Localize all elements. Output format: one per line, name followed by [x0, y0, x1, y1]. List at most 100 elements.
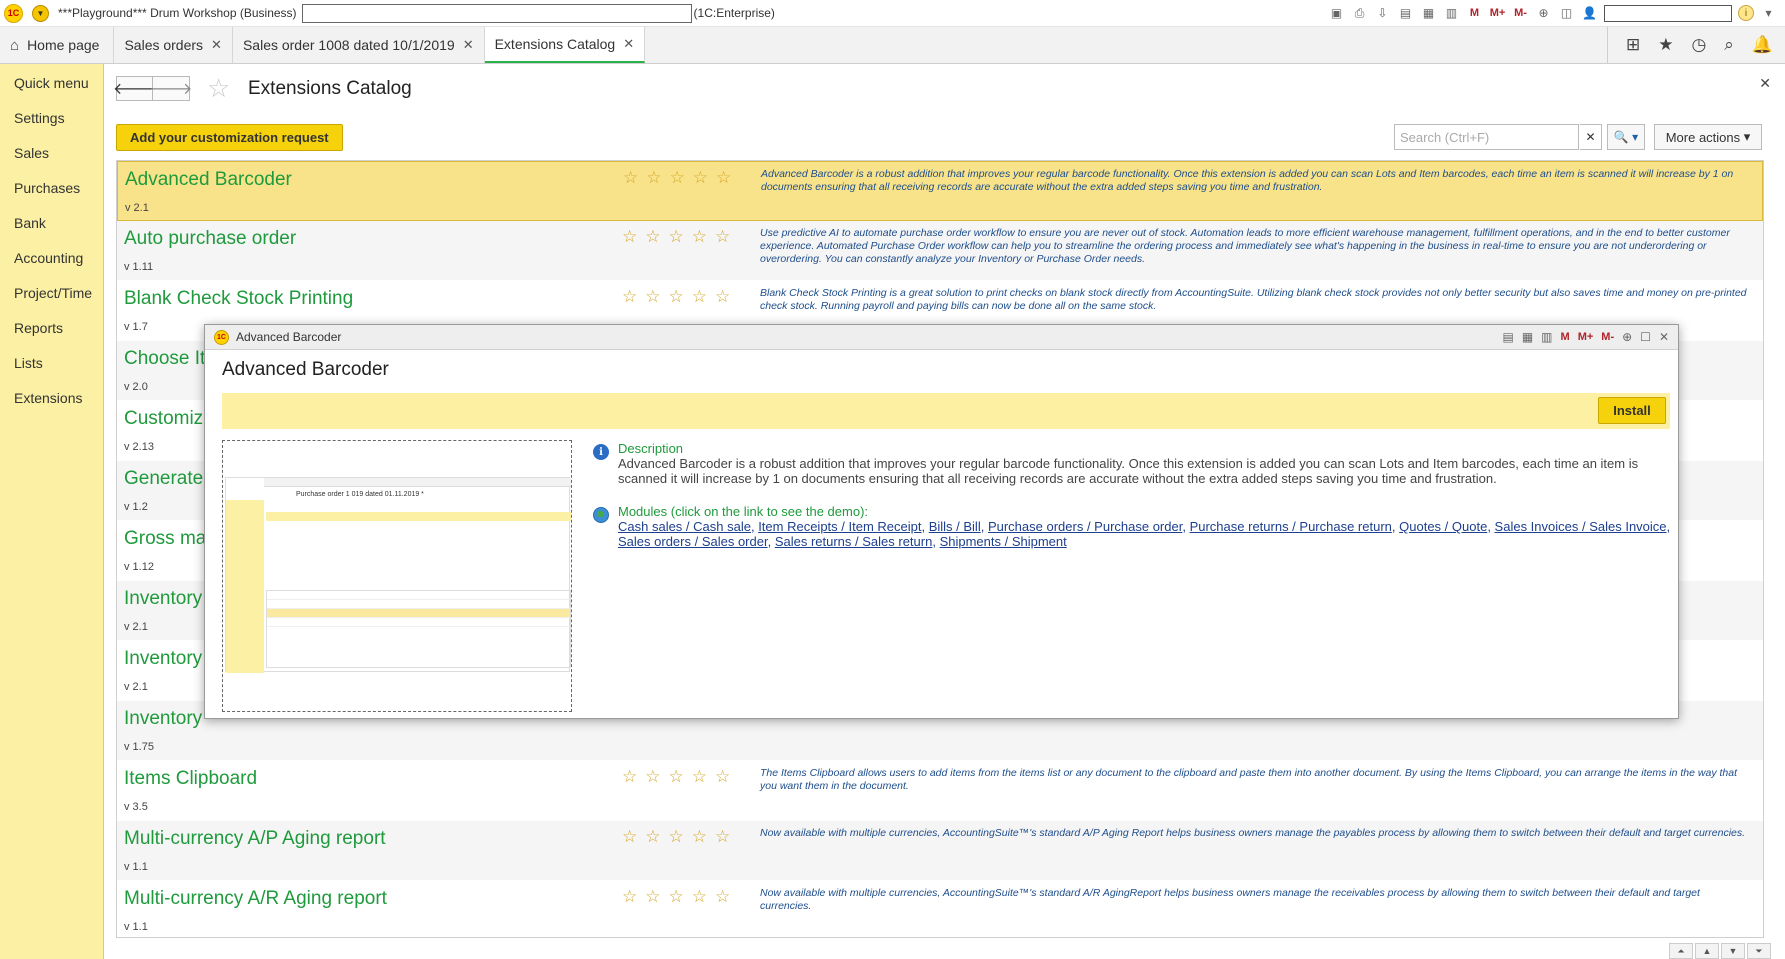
close-icon[interactable]: ✕ [1759, 75, 1771, 92]
extension-name[interactable]: Inventory [124, 588, 202, 610]
print-preview-icon[interactable]: ▤ [1502, 330, 1513, 344]
rating-stars-icon[interactable]: ☆☆☆☆☆ [622, 287, 738, 307]
module-link[interactable]: Item Receipts / Item Receipt [758, 519, 921, 534]
scroll-up-button[interactable]: ▲ [1695, 943, 1719, 959]
sidebar-item-settings[interactable]: Settings [0, 100, 103, 135]
calendar-icon[interactable]: ▥ [1443, 5, 1460, 22]
title-input-field[interactable] [301, 3, 692, 23]
memory-minus-button[interactable]: M- [1601, 331, 1614, 343]
list-item[interactable]: Items Clipboard v 3.5 ☆☆☆☆☆ The Items Clipb… [117, 761, 1763, 821]
extension-version: v 2.1 [125, 202, 149, 214]
list-item[interactable]: Multi-currency A/R Aging report v 1.1 ☆☆☆☆… [117, 881, 1763, 937]
main-menu-icon[interactable]: ▼ [32, 4, 49, 22]
sidebar-item-purchases[interactable]: Purchases [0, 170, 103, 205]
tab-sales-order-1008[interactable]: Sales order 1008 dated 10/1/2019 ✕ [233, 27, 485, 63]
rating-stars-icon[interactable]: ☆☆☆☆☆ [622, 227, 738, 247]
user-field[interactable] [1604, 4, 1732, 22]
list-item[interactable]: Advanced Barcoder v 2.1 ☆☆☆☆☆ Advanced Barc… [117, 161, 1763, 221]
zoom-icon[interactable]: ⊕ [1535, 5, 1552, 22]
extension-name[interactable]: Items Clipboard [124, 768, 257, 790]
tab-extensions-catalog[interactable]: Extensions Catalog ✕ [484, 27, 646, 63]
extension-name[interactable]: Inventory [124, 648, 202, 670]
sidebar-item-bank[interactable]: Bank [0, 205, 103, 240]
sidebar-item-extensions[interactable]: Extensions [0, 380, 103, 415]
favorite-star-icon[interactable]: ☆ [207, 73, 230, 104]
print-preview-icon[interactable]: ▤ [1397, 5, 1414, 22]
scroll-down-button[interactable]: ▼ [1721, 943, 1745, 959]
more-actions-label: More actions [1665, 129, 1741, 145]
extension-name[interactable]: Generate [124, 468, 203, 490]
sidebar-item-lists[interactable]: Lists [0, 345, 103, 380]
memory-plus-button[interactable]: M+ [1578, 331, 1594, 343]
scroll-bottom-button[interactable]: ⏷ [1747, 943, 1771, 959]
module-link[interactable]: Shipments / Shipment [940, 534, 1067, 549]
search-icon[interactable]: ⌕ [1724, 35, 1734, 55]
module-link[interactable]: Cash sales / Cash sale [618, 519, 751, 534]
print-icon[interactable]: ⎙ [1351, 5, 1368, 22]
module-link[interactable]: Sales orders / Sales order [618, 534, 768, 549]
list-item[interactable]: Multi-currency A/P Aging report v 1.1 ☆☆☆☆… [117, 821, 1763, 881]
close-icon[interactable]: ✕ [211, 37, 222, 53]
module-link[interactable]: Purchase returns / Purchase return [1190, 519, 1392, 534]
search-button[interactable]: 🔍 ▾ [1607, 124, 1645, 150]
sidebar-item-sales[interactable]: Sales [0, 135, 103, 170]
extension-name[interactable]: Multi-currency A/P Aging report [124, 828, 386, 850]
demo-preview-image[interactable]: Purchase order 1 019 dated 01.11.2019 * [222, 440, 572, 712]
favorites-star-icon[interactable]: ★ [1658, 35, 1673, 55]
add-customization-request-button[interactable]: Add your customization request [116, 124, 343, 151]
preview-row [267, 609, 570, 618]
module-link[interactable]: Purchase orders / Purchase order [988, 519, 1182, 534]
save-icon[interactable]: ▣ [1328, 5, 1345, 22]
close-icon[interactable]: ✕ [623, 36, 634, 52]
search-input[interactable]: Search (Ctrl+F) [1394, 124, 1579, 150]
rating-stars-icon[interactable]: ☆☆☆☆☆ [622, 887, 738, 907]
apps-grid-icon[interactable]: ⊞ [1626, 35, 1640, 55]
sidebar-item-project-time[interactable]: Project/Time [0, 275, 103, 310]
module-link[interactable]: Bills / Bill [929, 519, 981, 534]
extension-name[interactable]: Customiz [124, 408, 203, 430]
extension-name[interactable]: Inventory [124, 708, 202, 730]
sidebar-item-reports[interactable]: Reports [0, 310, 103, 345]
memory-button[interactable]: M [1561, 331, 1570, 343]
memory-minus-button[interactable]: M- [1512, 5, 1529, 22]
install-button[interactable]: Install [1598, 397, 1666, 424]
calendar-icon[interactable]: ▥ [1541, 330, 1552, 344]
close-icon[interactable]: ✕ [1659, 330, 1669, 344]
zoom-icon[interactable]: ⊕ [1622, 330, 1632, 344]
close-icon[interactable]: ✕ [463, 37, 474, 53]
scroll-top-button[interactable]: ⏶ [1669, 943, 1693, 959]
sidebar-item-quick-menu[interactable]: Quick menu [0, 65, 103, 100]
tab-home[interactable]: ⌂ Home page [0, 27, 115, 63]
module-link[interactable]: Sales returns / Sales return [775, 534, 933, 549]
module-link[interactable]: Sales Invoices / Sales Invoice [1495, 519, 1667, 534]
extension-name[interactable]: Gross ma [124, 528, 206, 550]
back-button[interactable]: 🡐 [113, 76, 156, 101]
calculator-icon[interactable]: ▦ [1522, 330, 1533, 344]
extension-name[interactable]: Blank Check Stock Printing [124, 288, 353, 310]
extension-name[interactable]: Choose It [124, 348, 205, 370]
notifications-bell-icon[interactable]: 🔔 [1752, 35, 1773, 55]
clear-search-button[interactable]: ✕ [1580, 124, 1602, 150]
list-item[interactable]: Auto purchase order v 1.11 ☆☆☆☆☆ Use predic… [117, 221, 1763, 281]
extension-name[interactable]: Auto purchase order [124, 228, 296, 250]
sidebar-item-accounting[interactable]: Accounting [0, 240, 103, 275]
more-actions-button[interactable]: More actions ▾ [1654, 124, 1762, 150]
memory-plus-button[interactable]: M+ [1489, 5, 1506, 22]
download-icon[interactable]: ⇩ [1374, 5, 1391, 22]
memory-button[interactable]: M [1466, 5, 1483, 22]
maximize-icon[interactable]: ☐ [1640, 330, 1651, 344]
module-links: Cash sales / Cash sale, Item Receipts / … [618, 519, 1671, 549]
extension-name[interactable]: Advanced Barcoder [125, 169, 292, 191]
history-icon[interactable]: ◷ [1691, 35, 1706, 55]
extension-name[interactable]: Multi-currency A/R Aging report [124, 888, 387, 910]
rating-stars-icon[interactable]: ☆☆☆☆☆ [622, 827, 738, 847]
rating-stars-icon[interactable]: ☆☆☆☆☆ [623, 168, 739, 188]
panel-toggle-icon[interactable]: ◫ [1558, 5, 1575, 22]
rating-stars-icon[interactable]: ☆☆☆☆☆ [622, 767, 738, 787]
tab-sales-orders[interactable]: Sales orders ✕ [114, 27, 233, 63]
forward-button[interactable]: 🡒 [150, 76, 192, 101]
info-icon[interactable]: i [1738, 5, 1754, 21]
module-link[interactable]: Quotes / Quote [1399, 519, 1487, 534]
chevron-down-icon[interactable]: ▾ [1760, 5, 1777, 22]
calculator-icon[interactable]: ▦ [1420, 5, 1437, 22]
